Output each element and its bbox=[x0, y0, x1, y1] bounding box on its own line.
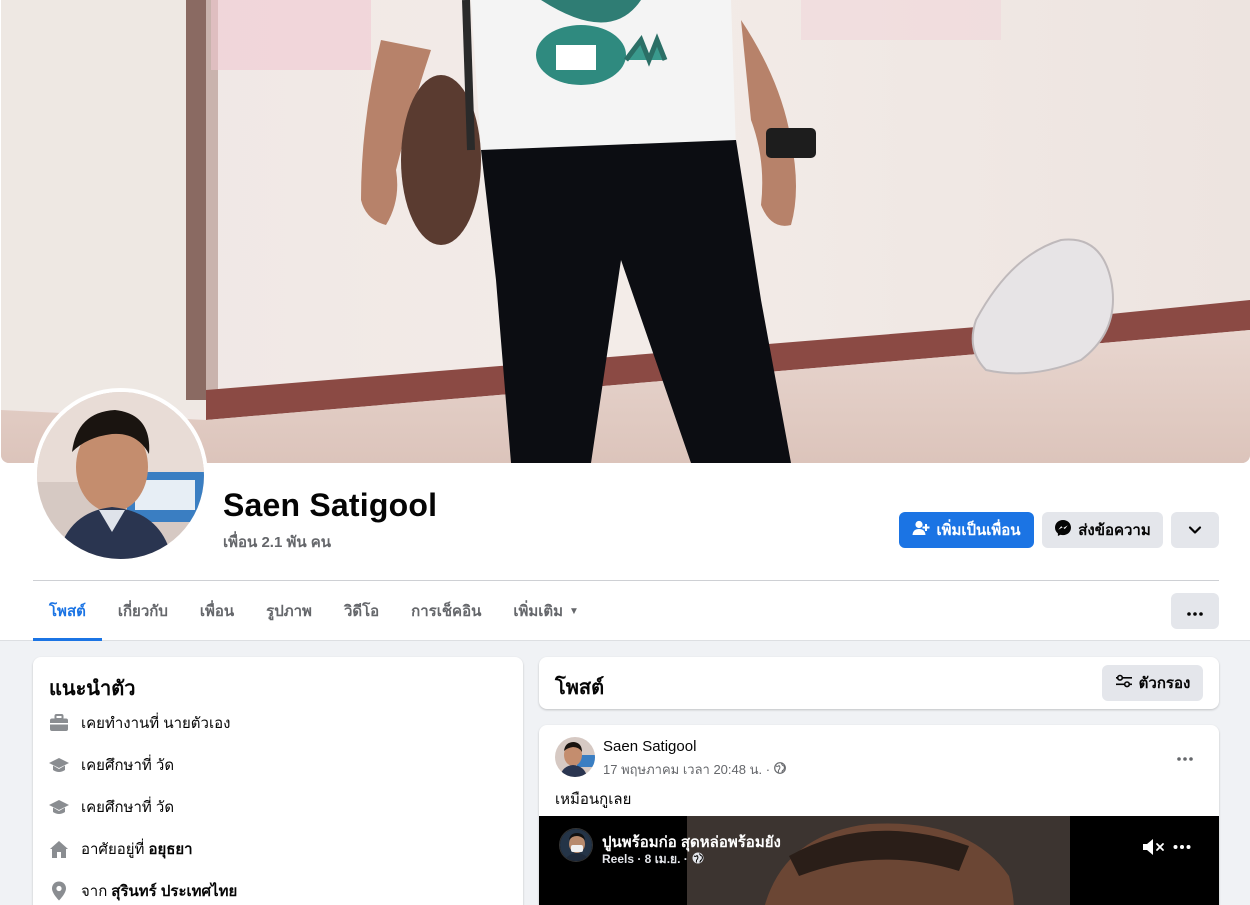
profile-name: Saen Satigool bbox=[223, 487, 438, 523]
globe-icon bbox=[692, 852, 704, 867]
reel-options-button[interactable] bbox=[1173, 836, 1199, 858]
speaker-muted-icon bbox=[1141, 839, 1167, 862]
tabs-more-options-button[interactable] bbox=[1171, 593, 1219, 629]
tab-more[interactable]: เพิ่มเติม ▼ bbox=[497, 581, 595, 641]
tab-label: เพิ่มเติม bbox=[513, 603, 564, 620]
ellipsis-icon bbox=[1173, 845, 1191, 862]
post-timestamp[interactable]: 17 พฤษภาคม เวลา 20:48 น. · bbox=[603, 759, 770, 780]
intro-item-link[interactable]: สุรินทร์ ประเทศไทย bbox=[111, 879, 237, 903]
add-friend-icon bbox=[912, 520, 930, 540]
tab-photos[interactable]: รูปภาพ bbox=[250, 581, 328, 641]
post-options-button[interactable] bbox=[1167, 739, 1203, 775]
intro-item-text: เคยทำงานที่ นายตัวเอง bbox=[81, 715, 231, 732]
post-author-avatar[interactable] bbox=[555, 737, 595, 777]
tab-label: การเช็คอิน bbox=[411, 603, 482, 620]
intro-item-text: เคยศึกษาที่ วัด bbox=[81, 757, 175, 774]
reel-meta: Reels · 8 เม.ย. · bbox=[602, 850, 704, 869]
post-card: Saen Satigool 17 พฤษภาคม เวลา 20:48 น. ·… bbox=[539, 725, 1219, 905]
posts-header-card: โพสต์ ตัวกรอง bbox=[539, 657, 1219, 709]
globe-icon bbox=[774, 762, 786, 777]
post-meta: 17 พฤษภาคม เวลา 20:48 น. · bbox=[603, 759, 786, 780]
intro-item-text: จาก bbox=[81, 883, 108, 900]
intro-card: แนะนำตัว เคยทำงานที่ นายตัวเอง เคยศึกษาท… bbox=[33, 657, 523, 905]
tab-label: เพื่อน bbox=[199, 603, 235, 620]
intro-item-text: เคยศึกษาที่ วัด bbox=[81, 799, 175, 816]
location-pin-icon bbox=[49, 881, 69, 901]
caret-down-icon: ▼ bbox=[569, 605, 579, 617]
intro-item-education: เคยศึกษาที่ วัด bbox=[49, 753, 174, 777]
ellipsis-icon bbox=[1187, 603, 1203, 620]
intro-item-link[interactable]: อยุธยา bbox=[148, 837, 192, 861]
reel-video[interactable]: ปูนพร้อมก่อ สุดหล่อพร้อมยัง Reels · 8 เม… bbox=[539, 816, 1219, 905]
profile-more-dropdown-button[interactable] bbox=[1171, 512, 1219, 548]
tab-videos[interactable]: วิดีโอ bbox=[328, 581, 395, 641]
friend-count[interactable]: เพื่อน 2.1 พัน คน bbox=[223, 530, 331, 554]
intro-item-from: จาก สุรินทร์ ประเทศไทย bbox=[49, 879, 237, 903]
briefcase-icon bbox=[49, 713, 69, 733]
intro-item-work: เคยทำงานที่ นายตัวเอง bbox=[49, 711, 230, 735]
message-button[interactable]: ส่งข้อความ bbox=[1042, 512, 1163, 548]
tab-checkins[interactable]: การเช็คอิน bbox=[395, 581, 497, 641]
profile-avatar[interactable] bbox=[33, 388, 208, 563]
message-label: ส่งข้อความ bbox=[1078, 522, 1151, 539]
tab-label: วิดีโอ bbox=[343, 603, 380, 620]
tab-label: รูปภาพ bbox=[266, 603, 312, 620]
tab-about[interactable]: เกี่ยวกับ bbox=[102, 581, 184, 641]
graduation-cap-icon bbox=[49, 797, 69, 817]
filter-label: ตัวกรอง bbox=[1138, 675, 1191, 692]
add-friend-label: เพิ่มเป็นเพื่อน bbox=[936, 522, 1021, 539]
reel-meta-text: Reels · 8 เม.ย. · bbox=[602, 852, 688, 866]
intro-item-lives-in: อาศัยอยู่ที่ อยุธยา bbox=[49, 837, 193, 861]
tab-friends[interactable]: เพื่อน bbox=[184, 581, 250, 641]
filter-sliders-icon bbox=[1115, 674, 1133, 692]
reel-author-avatar[interactable] bbox=[559, 828, 593, 862]
home-icon bbox=[49, 839, 69, 859]
intro-item-text: อาศัยอยู่ที่ bbox=[81, 841, 145, 858]
post-author-name[interactable]: Saen Satigool bbox=[603, 738, 696, 755]
filter-button[interactable]: ตัวกรอง bbox=[1102, 665, 1203, 701]
cover-photo[interactable] bbox=[1, 0, 1250, 463]
ellipsis-icon bbox=[1177, 748, 1193, 766]
intro-title: แนะนำตัว bbox=[49, 678, 136, 700]
messenger-icon bbox=[1054, 519, 1072, 541]
tab-label: โพสต์ bbox=[49, 603, 86, 620]
mute-button[interactable] bbox=[1141, 836, 1167, 858]
posts-title: โพสต์ bbox=[555, 677, 605, 699]
add-friend-button[interactable]: เพิ่มเป็นเพื่อน bbox=[899, 512, 1034, 548]
profile-tabs: โพสต์ เกี่ยวกับ เพื่อน รูปภาพ วิดีโอ การ… bbox=[33, 581, 595, 641]
intro-item-education: เคยศึกษาที่ วัด bbox=[49, 795, 174, 819]
post-text: เหมือนกูเลย bbox=[555, 791, 632, 808]
graduation-cap-icon bbox=[49, 755, 69, 775]
tab-label: เกี่ยวกับ bbox=[117, 603, 168, 620]
chevron-down-icon bbox=[1188, 522, 1202, 539]
tab-posts[interactable]: โพสต์ bbox=[33, 581, 102, 641]
